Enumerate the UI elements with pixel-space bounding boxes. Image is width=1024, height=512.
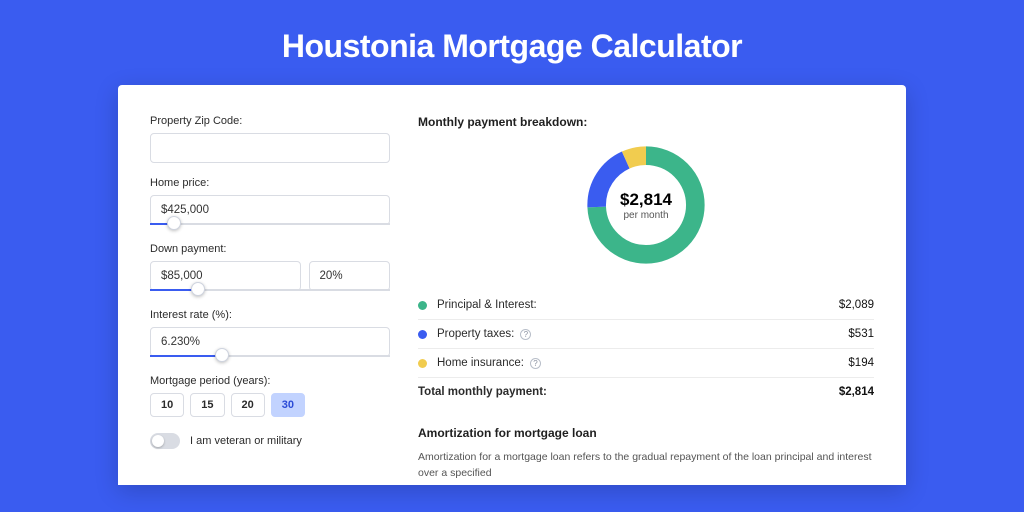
legend-row: Property taxes:?$531: [418, 320, 874, 349]
legend-value: $2,089: [839, 299, 874, 311]
amortization-title: Amortization for mortgage loan: [418, 426, 874, 440]
mortgage-period-label: Mortgage period (years):: [150, 375, 390, 387]
donut-center-sub: per month: [623, 210, 668, 221]
down-payment-amount-input[interactable]: [150, 261, 301, 291]
breakdown-title: Monthly payment breakdown:: [418, 115, 874, 129]
veteran-label: I am veteran or military: [190, 435, 302, 447]
breakdown-panel: Monthly payment breakdown: $2,814 per mo…: [418, 115, 874, 485]
zip-label: Property Zip Code:: [150, 115, 390, 127]
legend-dot-icon: [418, 301, 427, 310]
mortgage-period-segment: 1015 2030: [150, 393, 390, 417]
period-option-30[interactable]: 30: [271, 393, 305, 417]
legend-label: Principal & Interest:: [437, 299, 839, 311]
breakdown-legend: Principal & Interest:$2,089Property taxe…: [418, 291, 874, 406]
legend-label: Home insurance:?: [437, 357, 848, 369]
donut-center-amount: $2,814: [620, 190, 672, 210]
page-title: Houstonia Mortgage Calculator: [0, 0, 1024, 85]
interest-rate-slider[interactable]: [150, 355, 390, 361]
legend-total-label: Total monthly payment:: [418, 386, 839, 398]
legend-value: $194: [848, 357, 874, 369]
down-payment-percent-input[interactable]: [309, 261, 390, 291]
down-payment-slider[interactable]: [150, 289, 390, 295]
period-option-20[interactable]: 20: [231, 393, 265, 417]
legend-label: Property taxes:?: [437, 328, 848, 340]
period-option-10[interactable]: 10: [150, 393, 184, 417]
legend-total-value: $2,814: [839, 386, 874, 398]
home-price-slider[interactable]: [150, 223, 390, 229]
legend-row: Home insurance:?$194: [418, 349, 874, 378]
help-icon[interactable]: ?: [520, 329, 531, 340]
down-payment-label: Down payment:: [150, 243, 390, 255]
calculator-card: Property Zip Code: Home price: Down paym…: [118, 85, 906, 485]
form-panel: Property Zip Code: Home price: Down paym…: [150, 115, 390, 485]
home-price-label: Home price:: [150, 177, 390, 189]
period-option-15[interactable]: 15: [190, 393, 224, 417]
interest-rate-input[interactable]: [150, 327, 390, 357]
legend-total-row: Total monthly payment:$2,814: [418, 378, 874, 406]
payment-donut-chart: $2,814 per month: [584, 143, 708, 267]
home-price-input[interactable]: [150, 195, 390, 225]
amortization-body: Amortization for a mortgage loan refers …: [418, 450, 874, 482]
zip-input[interactable]: [150, 133, 390, 163]
legend-value: $531: [848, 328, 874, 340]
legend-row: Principal & Interest:$2,089: [418, 291, 874, 320]
help-icon[interactable]: ?: [530, 358, 541, 369]
legend-dot-icon: [418, 330, 427, 339]
interest-rate-label: Interest rate (%):: [150, 309, 390, 321]
legend-dot-icon: [418, 359, 427, 368]
veteran-toggle[interactable]: [150, 433, 180, 449]
